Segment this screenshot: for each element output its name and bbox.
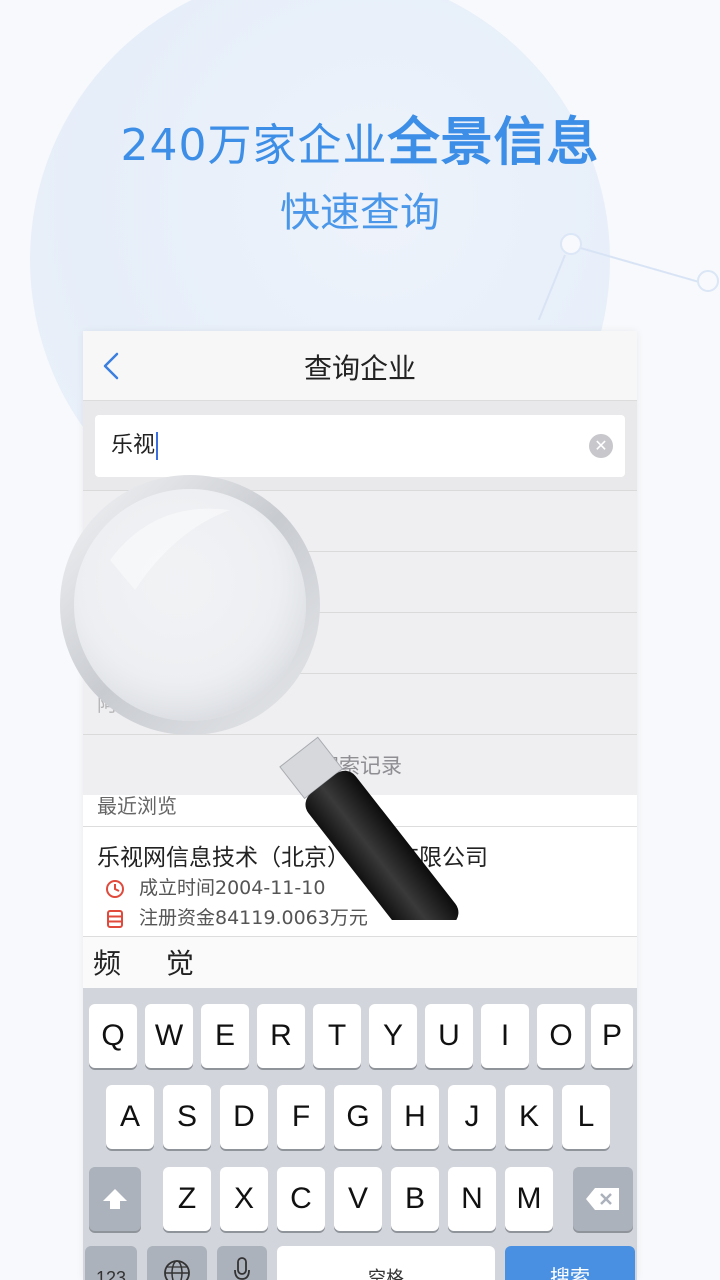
suggestion-item[interactable]: 乐视 bbox=[83, 491, 637, 552]
key-d[interactable]: D bbox=[220, 1085, 268, 1149]
globe-icon bbox=[164, 1260, 190, 1280]
page-title: 查询企业 bbox=[303, 352, 416, 385]
keyboard: Q W E R T Y U I O P A S D F G H J K L Z … bbox=[83, 988, 637, 1280]
key-b[interactable]: B bbox=[391, 1167, 439, 1231]
capital-text: 注册资金84119.0063万元 bbox=[139, 907, 368, 929]
key-z[interactable]: Z bbox=[163, 1167, 211, 1231]
key-g[interactable]: G bbox=[334, 1085, 382, 1149]
suggestion-item[interactable]: 阿里巴巴（中国） bbox=[83, 674, 637, 735]
candidate-word[interactable]: 觉 bbox=[166, 947, 194, 980]
key-j[interactable]: J bbox=[448, 1085, 496, 1149]
key-v[interactable]: V bbox=[334, 1167, 382, 1231]
search-key[interactable]: 搜索 bbox=[505, 1246, 635, 1280]
key-y[interactable]: Y bbox=[369, 1004, 417, 1068]
navbar: 查询企业 bbox=[83, 331, 637, 401]
key-o[interactable]: O bbox=[537, 1004, 585, 1068]
candidate-word[interactable]: 频 bbox=[93, 947, 121, 980]
key-i[interactable]: I bbox=[481, 1004, 529, 1068]
key-s[interactable]: S bbox=[163, 1085, 211, 1149]
key-q[interactable]: Q bbox=[89, 1004, 137, 1068]
search-input[interactable]: 乐视 ✕ bbox=[95, 415, 625, 477]
numbers-key[interactable]: 123 bbox=[85, 1246, 137, 1280]
key-x[interactable]: X bbox=[220, 1167, 268, 1231]
suggestion-item[interactable]: 京东世纪 bbox=[83, 552, 637, 613]
founded-text: 成立时间2004-11-10 bbox=[139, 877, 326, 899]
shift-key[interactable] bbox=[89, 1167, 141, 1231]
key-k[interactable]: K bbox=[505, 1085, 553, 1149]
space-key[interactable]: 空格 bbox=[277, 1246, 495, 1280]
search-input-value: 乐视 bbox=[111, 433, 156, 458]
search-history-button[interactable]: 搜索记录 bbox=[83, 735, 637, 795]
headline-emphasis: 全景信息 bbox=[387, 113, 600, 173]
key-c[interactable]: C bbox=[277, 1167, 325, 1231]
recent-company-card[interactable]: 乐视网信息技术（北京）股份有限公司 成立时间2004-11-10 注册资金841… bbox=[83, 827, 637, 937]
key-e[interactable]: E bbox=[201, 1004, 249, 1068]
key-l[interactable]: L bbox=[562, 1085, 610, 1149]
promo-headline: 240万家企业全景信息 bbox=[0, 100, 720, 175]
search-bar: 乐视 ✕ bbox=[83, 401, 637, 491]
company-founded: 成立时间2004-11-10 bbox=[97, 873, 623, 903]
text-caret bbox=[156, 432, 159, 460]
microphone-icon bbox=[234, 1257, 250, 1280]
phone-screen: 查询企业 乐视 ✕ 乐视 京东世纪 京东 阿里巴巴（中国） 搜索记录 最近浏览 … bbox=[83, 331, 637, 1280]
globe-key[interactable] bbox=[147, 1246, 207, 1280]
ime-candidate-bar: 频 觉 bbox=[83, 937, 637, 991]
key-n[interactable]: N bbox=[448, 1167, 496, 1231]
headline-prefix: 240万家企业 bbox=[120, 120, 388, 171]
key-f[interactable]: F bbox=[277, 1085, 325, 1149]
key-t[interactable]: T bbox=[313, 1004, 361, 1068]
database-icon bbox=[107, 909, 123, 928]
key-a[interactable]: A bbox=[106, 1085, 154, 1149]
promo-subline: 快速查询 bbox=[280, 190, 440, 236]
key-r[interactable]: R bbox=[257, 1004, 305, 1068]
backspace-icon bbox=[586, 1188, 619, 1210]
clear-circle-icon[interactable]: ✕ bbox=[589, 434, 613, 458]
delete-key[interactable] bbox=[573, 1167, 633, 1231]
key-m[interactable]: M bbox=[505, 1167, 553, 1231]
mic-key[interactable] bbox=[217, 1246, 267, 1280]
background-dot bbox=[697, 270, 719, 292]
company-capital: 注册资金84119.0063万元 bbox=[97, 903, 623, 933]
key-h[interactable]: H bbox=[391, 1085, 439, 1149]
suggestion-item[interactable]: 京东 bbox=[83, 613, 637, 674]
key-p[interactable]: P bbox=[591, 1004, 633, 1068]
key-u[interactable]: U bbox=[425, 1004, 473, 1068]
company-name: 乐视网信息技术（北京）股份有限公司 bbox=[97, 845, 488, 871]
key-w[interactable]: W bbox=[145, 1004, 193, 1068]
clock-icon bbox=[106, 879, 124, 898]
shift-arrow-icon bbox=[103, 1189, 127, 1209]
recent-section-label: 最近浏览 bbox=[83, 795, 637, 827]
